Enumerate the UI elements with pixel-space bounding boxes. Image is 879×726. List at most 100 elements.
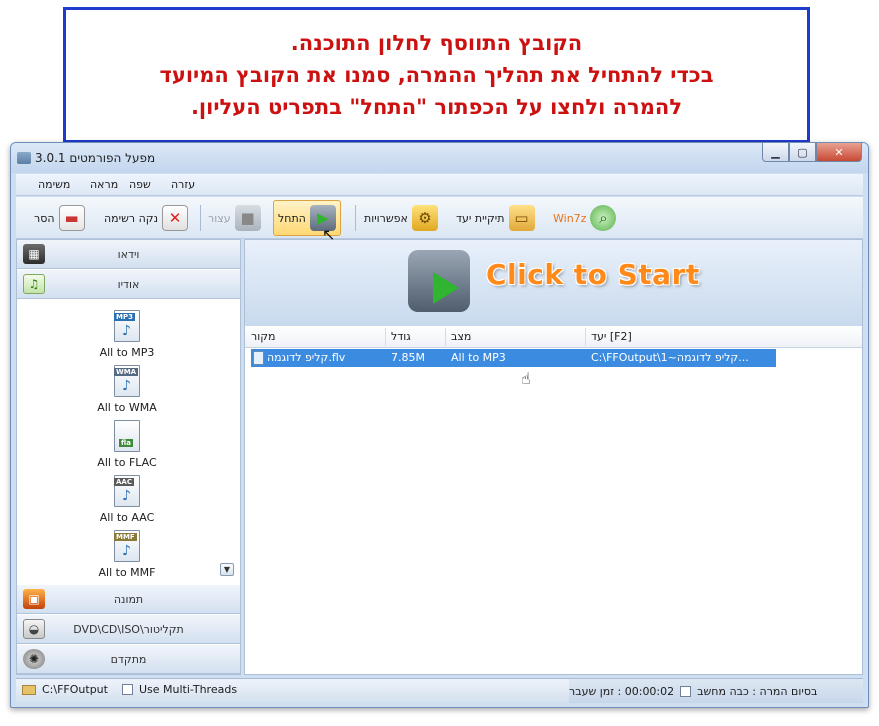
shutdown-label: בסיום המרה : כבה מחשב — [697, 684, 818, 698]
audio-item-mp3[interactable]: MP3 ♪ All to MP3 — [77, 310, 177, 359]
output-folder-button[interactable]: ▭ תיקיית יעד — [456, 200, 535, 236]
document-remove-icon: ▬ — [58, 205, 85, 231]
banner-text: Click to Start — [486, 258, 700, 291]
category-advanced[interactable]: ✺ מתקדם — [17, 645, 240, 674]
gear-icon: ⚙ — [411, 205, 438, 231]
toolbar: ▬ הסר ✕ נקה רשימה ■ עצור ▶ התחל ⚙ אפשרוי… — [16, 197, 863, 239]
app-window: מפעל הפורמטים 3.0.1 ▁ ▢ ✕ משימה מראה שפה… — [10, 142, 869, 708]
arrow-cursor-icon: ↖ — [322, 225, 336, 244]
category-video-label: וידאו — [117, 247, 140, 261]
toolbar-separator — [355, 205, 356, 231]
file-icon — [253, 351, 264, 365]
minimize-button[interactable]: ▁ — [762, 143, 789, 162]
folder-icon[interactable] — [22, 684, 36, 695]
start-icon — [408, 250, 470, 312]
options-button[interactable]: ⚙ אפשרויות — [364, 200, 438, 236]
remove-button[interactable]: ▬ הסר — [34, 200, 85, 236]
clear-list-button[interactable]: ✕ נקה רשימה — [104, 200, 189, 236]
category-advanced-label: מתקדם — [110, 652, 147, 666]
category-video[interactable]: ▦ וידאו — [17, 240, 240, 269]
clear-list-icon: ✕ — [162, 205, 189, 231]
category-rom[interactable]: ◒ תקליטור\DVD\CD\ISO — [17, 615, 240, 644]
toolbar-separator — [200, 205, 201, 231]
window-controls: ▁ ▢ ✕ — [762, 143, 862, 162]
task-table: מקור גודל מצב יעד [F2] קליפ לדוגמה.flv 7… — [245, 326, 862, 367]
category-picture[interactable]: ▣ תמונה — [17, 585, 240, 614]
table-header: מקור גודל מצב יעד [F2] — [245, 326, 862, 348]
disc-drive-icon: ◒ — [23, 619, 45, 639]
film-reel-icon: ✺ — [23, 649, 45, 669]
category-rom-label: תקליטור\DVD\CD\ISO — [73, 622, 184, 636]
magnifier-icon: ⌕ — [590, 205, 617, 231]
menu-bar: משימה מראה שפה עזרה — [16, 174, 863, 196]
folder-icon: ▭ — [508, 205, 535, 231]
scroll-down-button[interactable]: ▼ — [220, 563, 234, 576]
output-path[interactable]: C:\FFOutput — [42, 683, 108, 696]
category-audio-label: אודיו — [117, 277, 140, 291]
screenshot-root: הקובץ התווסף לחלון התוכנה. בכדי להתחיל א… — [0, 0, 879, 726]
audio-item-flac[interactable]: fla All to FLAC — [77, 420, 177, 469]
task-area: Click to Start מקור גודל מצב יעד [F2] קל… — [244, 239, 863, 675]
status-left: C:\FFOutput Use Multi-Threads — [22, 683, 237, 696]
audio-item-label: All to AAC — [99, 511, 155, 524]
win7z-button[interactable]: ⌕ Win7z — [553, 200, 617, 236]
start-label: התחל — [278, 211, 306, 225]
status-bar: C:\FFOutput Use Multi-Threads בסיום המרה… — [16, 678, 863, 703]
audio-item-mmf[interactable]: MMF ♪ All to MMF — [77, 530, 177, 579]
annotation-callout: הקובץ התווסף לחלון התוכנה. בכדי להתחיל א… — [63, 7, 810, 143]
column-status[interactable]: מצב — [451, 330, 471, 343]
table-row[interactable]: קליפ לדוגמה.flv 7.85M All to MP3 C:\FFOu… — [251, 349, 776, 367]
hand-cursor-icon: ☝ — [521, 369, 531, 388]
film-icon: ▦ — [23, 244, 45, 264]
win7z-label: Win7z — [553, 211, 587, 225]
stop-button[interactable]: ■ עצור — [208, 200, 261, 236]
shutdown-checkbox[interactable] — [680, 685, 692, 697]
clear-list-label: נקה רשימה — [104, 211, 159, 225]
mp3-file-icon: MP3 ♪ — [114, 310, 140, 342]
wma-file-icon: WMA ♪ — [114, 365, 140, 397]
column-destination[interactable]: יעד [F2] — [591, 330, 632, 343]
menu-help[interactable]: עזרה — [171, 178, 195, 191]
annotation-line-3: להמרה ולחצו על הכפתור "התחל" בתפריט העלי… — [190, 95, 683, 119]
cell-size: 7.85M — [391, 351, 425, 364]
audio-item-wma[interactable]: WMA ♪ All to WMA — [77, 365, 177, 414]
mmf-file-icon: MMF ♪ — [114, 530, 140, 562]
output-folder-label: תיקיית יעד — [456, 211, 505, 225]
cell-status: All to MP3 — [451, 351, 506, 364]
menu-task[interactable]: משימה — [38, 178, 70, 191]
aac-file-icon: AAC ♪ — [114, 475, 140, 507]
start-banner[interactable]: Click to Start — [245, 240, 862, 326]
options-label: אפשרויות — [364, 211, 408, 225]
status-right: בסיום המרה : כבה מחשב 00:00:02 : זמן שעב… — [569, 679, 863, 703]
menu-language[interactable]: שפה — [129, 178, 151, 191]
audio-item-aac[interactable]: AAC ♪ All to AAC — [77, 475, 177, 524]
audio-item-label: All to WMA — [97, 401, 157, 414]
stop-label: עצור — [208, 211, 231, 225]
flac-file-icon: fla — [114, 420, 140, 452]
picture-icon: ▣ — [23, 589, 45, 609]
audio-item-label: All to MP3 — [99, 346, 155, 359]
multithread-label: Use Multi-Threads — [138, 683, 238, 696]
category-picture-label: תמונה — [113, 592, 144, 606]
column-size[interactable]: גודל — [391, 330, 411, 343]
category-audio[interactable]: ♫ אודיו — [17, 270, 240, 299]
maximize-button[interactable]: ▢ — [789, 143, 816, 162]
multithread-checkbox[interactable] — [121, 684, 133, 695]
column-source[interactable]: מקור — [251, 330, 275, 343]
menu-view[interactable]: מראה — [90, 178, 118, 191]
audio-item-label: All to MMF — [98, 566, 156, 579]
cell-source: קליפ לדוגמה.flv — [267, 351, 346, 364]
elapsed-time: 00:00:02 : זמן שעבר — [569, 684, 675, 698]
annotation-line-1: הקובץ התווסף לחלון התוכנה. — [290, 31, 583, 55]
close-button[interactable]: ✕ — [816, 143, 862, 162]
audio-item-label: All to FLAC — [97, 456, 157, 469]
remove-label: הסר — [34, 211, 55, 225]
cell-destination: C:\FFOutput\1~קליפ לדוגמה... — [591, 351, 749, 364]
category-panel: ▦ וידאו ♫ אודיו MP3 ♪ All to MP3 WMA ♪ All… — [16, 239, 241, 675]
music-note-icon: ♫ — [23, 274, 45, 294]
window-title: מפעל הפורמטים 3.0.1 — [35, 151, 156, 165]
stop-icon: ■ — [234, 205, 261, 231]
title-bar[interactable]: מפעל הפורמטים 3.0.1 ▁ ▢ ✕ — [11, 143, 868, 173]
app-icon — [17, 152, 31, 164]
annotation-line-2: בכדי להתחיל את תהליך ההמרה, סמנו את הקוב… — [159, 63, 714, 87]
